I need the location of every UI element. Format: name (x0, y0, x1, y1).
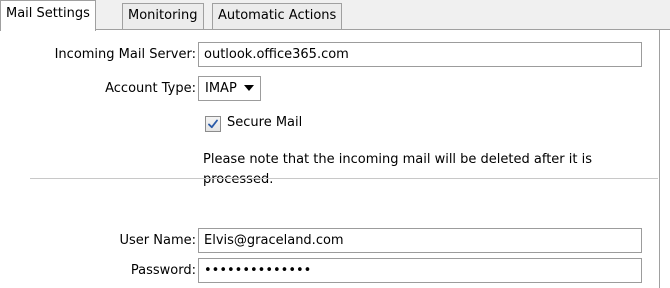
password-label: Password: (130, 263, 196, 278)
deletion-note: Please note that the incoming mail will … (203, 152, 593, 187)
account-type-label: Account Type: (105, 81, 196, 96)
section-divider (30, 178, 658, 179)
tab-monitoring[interactable]: Monitoring (122, 3, 204, 29)
tab-mail-settings[interactable]: Mail Settings (0, 0, 96, 31)
username-input[interactable]: Elvis@graceland.com (198, 228, 642, 253)
username-label: User Name: (119, 233, 197, 248)
check-icon (208, 119, 218, 129)
incoming-server-label: Incoming Mail Server: (54, 47, 196, 62)
secure-mail-checkbox[interactable] (205, 116, 221, 132)
secure-mail-label: Secure Mail (227, 115, 303, 130)
password-input[interactable]: •••••••••••••• (198, 258, 642, 283)
tab-bar: Mail Settings Monitoring Automatic Actio… (0, 0, 670, 31)
chevron-down-icon (243, 84, 254, 91)
account-type-select[interactable]: IMAP (198, 76, 261, 101)
incoming-server-input[interactable]: outlook.office365.com (198, 42, 642, 67)
tab-automatic-actions[interactable]: Automatic Actions (212, 3, 343, 29)
account-type-value: IMAP (205, 81, 237, 96)
